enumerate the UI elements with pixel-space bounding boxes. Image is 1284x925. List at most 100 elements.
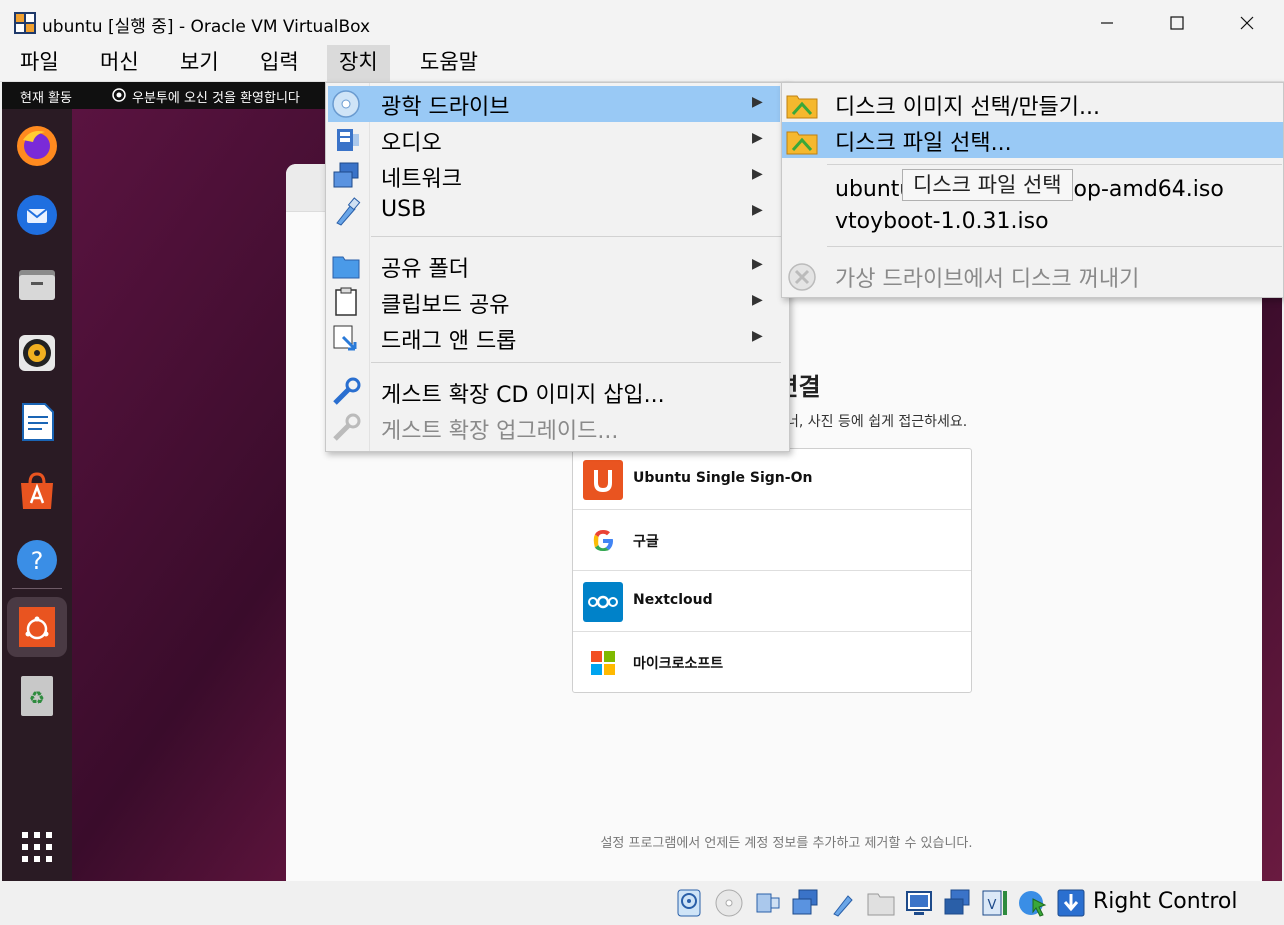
clipboard-icon: [330, 287, 362, 317]
menu-item-upgrade-guest-additions: 게스트 확장 업그레이드...: [328, 410, 780, 446]
menu-item-label: 디스크 파일 선택...: [835, 131, 1012, 156]
ubuntu-sso-icon: [583, 460, 623, 500]
files-icon[interactable]: [13, 260, 61, 308]
menu-view[interactable]: 보기: [168, 45, 231, 82]
menu-item-eject-disk: 가상 드라이브에서 디스크 꺼내기: [782, 258, 1283, 294]
google-icon: [583, 521, 623, 561]
tooltip: 디스크 파일 선택: [902, 169, 1073, 201]
menu-item-label: 클립보드 공유: [381, 293, 510, 318]
account-label: Ubuntu Single Sign-On: [633, 470, 813, 486]
dialog-footer-note: 설정 프로그램에서 언제든 계정 정보를 추가하고 제거할 수 있습니다.: [600, 836, 973, 851]
menu-item-label: 디스크 이미지 선택/만들기...: [835, 95, 1101, 120]
status-bar: V Right Control: [0, 881, 1284, 925]
drag-drop-icon: [330, 323, 362, 353]
menu-devices[interactable]: 장치: [327, 45, 390, 82]
maximize-button[interactable]: [1142, 0, 1212, 45]
menu-item-usb[interactable]: USB ▶: [328, 194, 780, 230]
minimize-button[interactable]: [1072, 0, 1142, 45]
disk-file-folder-icon: [784, 126, 820, 156]
shared-folders-icon[interactable]: [865, 887, 897, 919]
menu-item-choose-create-disk-image[interactable]: 디스크 이미지 선택/만들기...: [782, 86, 1283, 122]
menu-item-label: 드래그 앤 드롭: [381, 329, 517, 354]
writer-icon[interactable]: [13, 398, 61, 446]
menu-item-label: 공유 폴더: [381, 257, 469, 282]
guest-upgrade-icon: [330, 413, 362, 443]
account-label: 마이크로소프트: [633, 656, 724, 672]
dock-separator: [12, 588, 62, 589]
mouse-integration-icon[interactable]: [1017, 887, 1049, 919]
activities-button[interactable]: 현재 활동: [20, 87, 72, 106]
submenu-arrow-icon: ▶: [752, 328, 763, 344]
network-status-icon[interactable]: [789, 887, 821, 919]
menu-item-label: 가상 드라이브에서 디스크 꺼내기: [835, 267, 1140, 292]
screen-capture-icon[interactable]: [941, 887, 973, 919]
hard-disk-icon[interactable]: [673, 887, 705, 919]
active-app-indicator[interactable]: 우분투에 오신 것을 환영합니다: [112, 87, 300, 106]
menu-machine[interactable]: 머신: [88, 45, 151, 82]
svg-text:?: ?: [31, 547, 44, 575]
account-label: Nextcloud: [633, 592, 713, 608]
thunderbird-icon[interactable]: [13, 191, 61, 239]
menu-item-network[interactable]: 네트워크 ▶: [328, 158, 780, 194]
display-icon[interactable]: [903, 887, 935, 919]
menu-item-label: 광학 드라이브: [381, 95, 510, 120]
host-key-label: Right Control: [1093, 889, 1238, 914]
usb-status-icon[interactable]: [827, 887, 859, 919]
nextcloud-icon: [583, 582, 623, 622]
menu-item-insert-guest-additions[interactable]: 게스트 확장 CD 이미지 삽입...: [328, 374, 780, 410]
menu-separator: [371, 236, 781, 237]
disk-image-folder-icon: [784, 90, 820, 120]
menu-input[interactable]: 입력: [248, 45, 311, 82]
network-icon: [330, 161, 362, 191]
show-apps-icon[interactable]: [13, 823, 61, 871]
menu-file[interactable]: 파일: [8, 45, 71, 82]
menu-item-label: 게스트 확장 업그레이드...: [381, 419, 619, 444]
submenu-arrow-icon: ▶: [752, 292, 763, 308]
audio-status-icon[interactable]: [752, 887, 784, 919]
audio-icon: [330, 125, 362, 155]
menu-separator: [827, 246, 1282, 247]
submenu-arrow-icon: ▶: [752, 166, 763, 182]
menu-item-recent-iso-vtoyboot[interactable]: vtoyboot-1.0.31.iso: [782, 206, 1283, 242]
connect-accounts-description: 너, 사진 등에 쉽게 접근하세요.: [786, 414, 968, 430]
menu-item-label: vtoyboot-1.0.31.iso: [835, 209, 1049, 234]
guest-additions-icon: [330, 377, 362, 407]
menu-item-drag-and-drop[interactable]: 드래그 앤 드롭 ▶: [328, 320, 780, 356]
account-row-google[interactable]: 구글: [573, 510, 971, 571]
account-row-ubuntu-sso[interactable]: Ubuntu Single Sign-On: [573, 449, 971, 510]
active-app-name: 우분투에 오신 것을 환영합니다: [132, 91, 300, 106]
close-button[interactable]: [1212, 0, 1282, 45]
online-accounts-list: Ubuntu Single Sign-On 구글 Nextcloud 마이크로소…: [572, 448, 972, 693]
menu-separator: [827, 164, 1282, 165]
menu-item-label: 네트워크: [381, 167, 462, 192]
menu-item-shared-folders[interactable]: 공유 폴더 ▶: [328, 248, 780, 284]
firefox-icon[interactable]: [13, 122, 61, 170]
submenu-arrow-icon: ▶: [752, 202, 763, 218]
menu-item-optical-drives[interactable]: 광학 드라이브 ▶: [328, 86, 780, 122]
menu-item-label: 오디오: [381, 131, 442, 156]
submenu-arrow-icon: ▶: [752, 130, 763, 146]
svg-text:♻: ♻: [29, 688, 45, 709]
optical-disk-icon[interactable]: [713, 887, 745, 919]
app-center-icon[interactable]: [13, 467, 61, 515]
microsoft-icon: [583, 643, 623, 683]
menu-bar: 파일 머신 보기 입력 장치 도움말: [0, 45, 1284, 82]
menu-item-shared-clipboard[interactable]: 클립보드 공유 ▶: [328, 284, 780, 320]
rhythmbox-icon[interactable]: [13, 329, 61, 377]
ubuntu-welcome-icon[interactable]: [7, 597, 67, 657]
eject-disk-icon: [784, 262, 820, 292]
help-icon[interactable]: ?: [13, 536, 61, 584]
welcome-app-icon: [112, 87, 126, 106]
account-label: 구글: [633, 534, 659, 550]
menu-item-choose-disk-file[interactable]: 디스크 파일 선택...: [782, 122, 1283, 158]
menu-item-audio[interactable]: 오디오 ▶: [328, 122, 780, 158]
trash-icon[interactable]: ♻: [13, 672, 61, 720]
menu-item-label: 게스트 확장 CD 이미지 삽입...: [381, 383, 665, 408]
keyboard-capture-icon[interactable]: [1055, 887, 1087, 919]
account-row-microsoft[interactable]: 마이크로소프트: [573, 632, 971, 693]
account-row-nextcloud[interactable]: Nextcloud: [573, 571, 971, 632]
menu-help[interactable]: 도움말: [408, 45, 490, 82]
virtualization-icon[interactable]: V: [979, 887, 1011, 919]
devices-menu: 광학 드라이브 ▶ 오디오 ▶ 네트워크 ▶ USB ▶ 공유 폴더 ▶ 클립보: [325, 82, 790, 452]
submenu-arrow-icon: ▶: [752, 94, 763, 110]
